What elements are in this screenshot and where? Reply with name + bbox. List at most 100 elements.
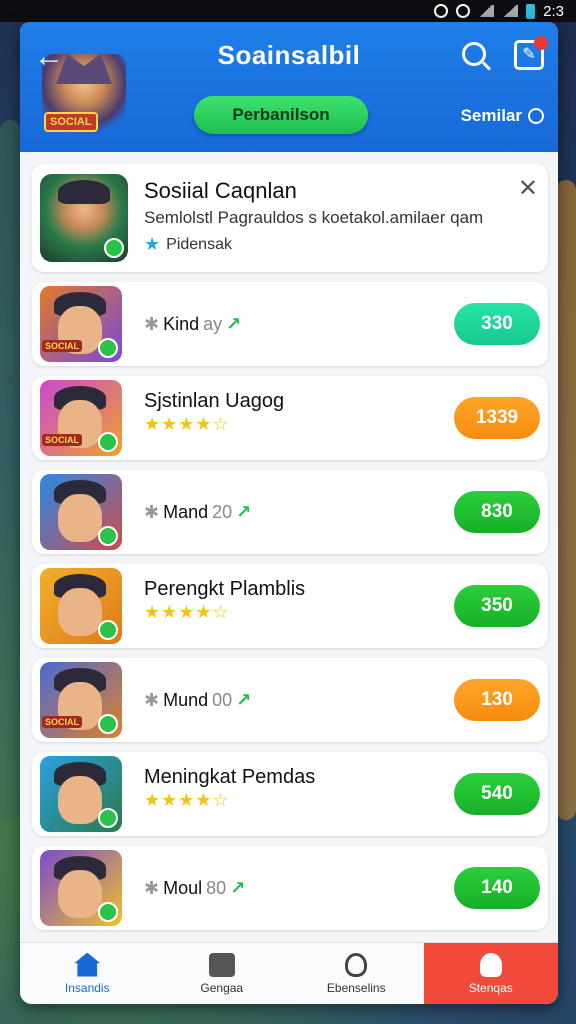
- edit-button[interactable]: ✎: [514, 36, 548, 70]
- score-button[interactable]: 830: [454, 491, 540, 533]
- list-icon: [208, 952, 235, 977]
- notification-dot: [534, 36, 548, 50]
- row-list: SOCIAL ✱ Kind ay ↗ 330 SOCIAL Sjstinlan …: [32, 282, 548, 930]
- game-meta: ✱ Moul 80 ↗: [144, 878, 245, 899]
- primary-action-button[interactable]: Perbanilson: [194, 96, 368, 134]
- game-thumbnail: [40, 568, 122, 644]
- nav-home[interactable]: Insandis: [20, 943, 155, 1004]
- verified-badge-icon: [98, 808, 118, 828]
- game-list: Sosiial Caqnlan Semlolstl Pagrauldos s k…: [20, 152, 558, 930]
- wifi-icon: [478, 5, 495, 17]
- meta-value: ay: [203, 314, 223, 334]
- gear-icon: ✱: [144, 502, 160, 522]
- score-button[interactable]: 540: [454, 773, 540, 815]
- star-icon: ★: [144, 234, 161, 254]
- game-row[interactable]: Meningkat Pemdas ★★★★☆ 540: [32, 752, 548, 836]
- status-bar: 2:3: [0, 0, 576, 22]
- meta-label: Kind: [163, 314, 200, 334]
- power-icon: [528, 108, 544, 124]
- meta-label: Mund: [163, 690, 209, 710]
- app-window: SOCIAL ← Soainsalbil ✎ Perbanilson Semil…: [20, 22, 558, 1004]
- game-thumbnail: [40, 474, 122, 550]
- filter-button[interactable]: Semilar: [461, 106, 544, 126]
- rating-stars: ★★★★☆: [144, 790, 230, 810]
- nav-profile[interactable]: Stenqas: [423, 943, 558, 1004]
- game-name: Sjstinlan Uagog: [144, 390, 285, 412]
- rating-stars: ★★★★☆: [144, 602, 230, 622]
- user-icon: [479, 952, 502, 977]
- verified-badge-icon: [98, 902, 118, 922]
- game-row[interactable]: ✱ Moul 80 ↗ 140: [32, 846, 548, 930]
- featured-subtitle: Semlolstl Pagrauldos s koetakol.amilaer …: [144, 208, 484, 227]
- avatar-face: [58, 870, 102, 918]
- game-meta: ✱ Mand 20 ↗: [144, 502, 251, 523]
- people-icon: [345, 952, 368, 977]
- meta-value: 20: [212, 502, 233, 522]
- verified-badge-icon: [98, 526, 118, 546]
- score-button[interactable]: 1339: [454, 397, 540, 439]
- game-thumbnail: SOCIAL: [40, 662, 122, 738]
- avatar-face: [58, 776, 102, 824]
- game-row[interactable]: SOCIAL Sjstinlan Uagog ★★★★☆ 1339: [32, 376, 548, 460]
- alarm-icon: [434, 4, 449, 18]
- notification-icon: [456, 4, 471, 18]
- nav-profile-label: Stenqas: [468, 980, 513, 995]
- verified-badge-icon: [98, 338, 118, 358]
- thumb-label: SOCIAL: [42, 434, 83, 446]
- score-button[interactable]: 330: [454, 303, 540, 345]
- avatar-face: [58, 494, 102, 542]
- verified-badge-icon: [104, 238, 124, 258]
- thumb-label: SOCIAL: [42, 340, 83, 352]
- featured-tag: ★ Pidensak: [144, 234, 232, 255]
- home-icon: [74, 952, 101, 977]
- meta-label: Mand: [163, 502, 209, 522]
- trend-icon: ↗: [226, 314, 242, 334]
- close-icon[interactable]: ✕: [518, 174, 538, 203]
- featured-thumbnail: [40, 174, 128, 262]
- rating-stars: ★★★★☆: [144, 414, 230, 434]
- verified-badge-icon: [98, 432, 118, 452]
- score-button[interactable]: 350: [454, 585, 540, 627]
- brand-label: SOCIAL: [44, 112, 98, 132]
- game-row[interactable]: ✱ Mand 20 ↗ 830: [32, 470, 548, 554]
- game-row[interactable]: SOCIAL ✱ Mund 00 ↗ 130: [32, 658, 548, 742]
- app-header: SOCIAL ← Soainsalbil ✎ Perbanilson Semil…: [20, 22, 558, 152]
- featured-tag-label: Pidensak: [166, 235, 232, 253]
- game-row[interactable]: SOCIAL ✱ Kind ay ↗ 330: [32, 282, 548, 366]
- nav-people-label: Ebenselins: [326, 980, 386, 995]
- bg-decor: [556, 180, 576, 820]
- verified-badge-icon: [98, 620, 118, 640]
- meta-value: 80: [206, 878, 227, 898]
- nav-people[interactable]: Ebenselins: [289, 943, 424, 1004]
- game-row[interactable]: Perengkt Plamblis ★★★★☆ 350: [32, 564, 548, 648]
- trend-icon: ↗: [236, 690, 252, 710]
- game-thumbnail: SOCIAL: [40, 380, 122, 456]
- game-thumbnail: [40, 850, 122, 926]
- status-time: 2:3: [543, 2, 564, 20]
- avatar-hair: [58, 180, 110, 204]
- gear-icon: ✱: [144, 690, 160, 710]
- nav-list-label: Gengaa: [200, 980, 244, 995]
- meta-value: 00: [212, 690, 233, 710]
- game-thumbnail: [40, 756, 122, 832]
- game-name: Perengkt Plamblis: [144, 578, 306, 600]
- featured-card[interactable]: Sosiial Caqnlan Semlolstl Pagrauldos s k…: [32, 164, 548, 272]
- score-button[interactable]: 130: [454, 679, 540, 721]
- game-thumbnail: SOCIAL: [40, 286, 122, 362]
- bg-decor: [0, 120, 20, 820]
- game-meta: ✱ Mund 00 ↗: [144, 690, 251, 711]
- nav-list[interactable]: Gengaa: [155, 943, 290, 1004]
- trend-icon: ↗: [230, 878, 246, 898]
- battery-icon: [526, 3, 536, 19]
- search-button[interactable]: [462, 42, 486, 66]
- avatar-face: [58, 588, 102, 636]
- gear-icon: ✱: [144, 314, 160, 334]
- game-meta: ✱ Kind ay ↗: [144, 314, 241, 335]
- signal-icon: [502, 5, 519, 17]
- meta-label: Moul: [163, 878, 203, 898]
- filter-label: Semilar: [460, 106, 522, 125]
- nav-home-label: Insandis: [64, 980, 110, 995]
- trend-icon: ↗: [236, 502, 252, 522]
- featured-title: Sosiial Caqnlan: [144, 178, 297, 203]
- score-button[interactable]: 140: [454, 867, 540, 909]
